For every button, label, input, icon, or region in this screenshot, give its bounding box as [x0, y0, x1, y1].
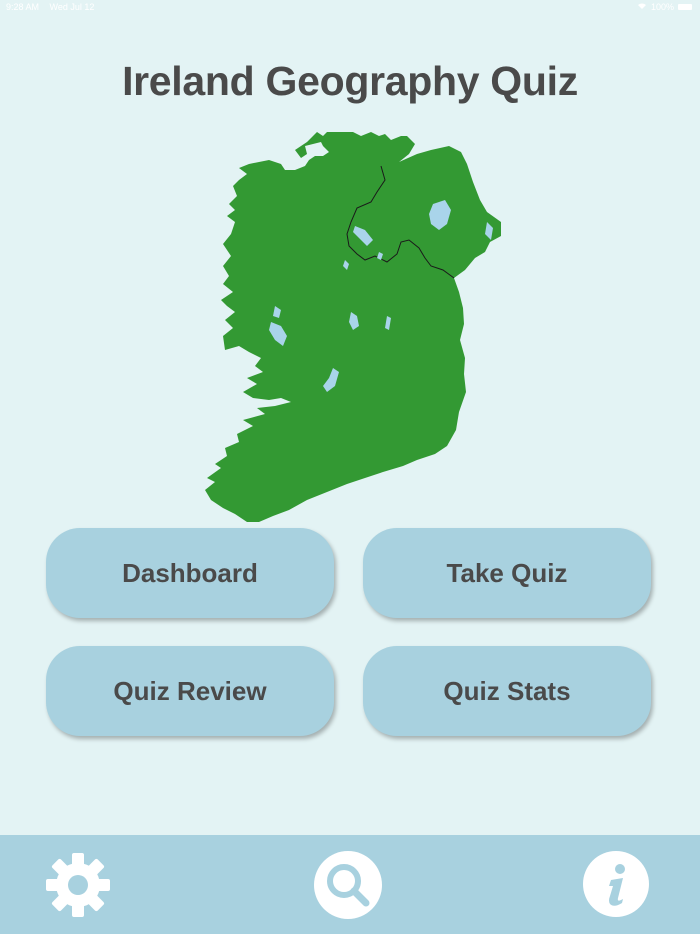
quiz-review-button[interactable]: Quiz Review — [46, 646, 334, 736]
status-date: Wed Jul 12 — [49, 2, 95, 12]
battery-icon — [678, 4, 692, 10]
quiz-stats-button[interactable]: Quiz Stats — [363, 646, 651, 736]
ireland-map — [205, 132, 501, 522]
page-title: Ireland Geography Quiz — [122, 58, 578, 104]
search-icon[interactable] — [313, 850, 383, 925]
dashboard-button[interactable]: Dashboard — [46, 528, 334, 618]
status-bar: 9:28 AM Wed Jul 12 100% — [0, 0, 700, 14]
status-time: 9:28 AM — [6, 2, 40, 12]
take-quiz-button[interactable]: Take Quiz — [363, 528, 651, 618]
gear-icon[interactable] — [44, 851, 112, 924]
wifi-icon — [637, 0, 647, 14]
bottom-tab-bar — [0, 835, 700, 934]
battery-label: 100% — [650, 2, 674, 12]
info-icon[interactable] — [582, 850, 650, 923]
